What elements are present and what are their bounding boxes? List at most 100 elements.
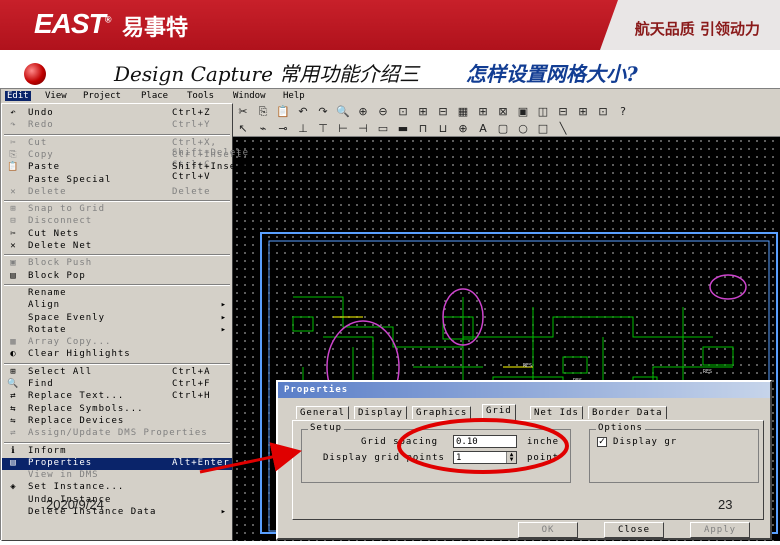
menu-view[interactable]: View [45, 91, 67, 101]
toolbar-button-1-10[interactable]: ⊟ [435, 105, 451, 119]
menu-item-label: Find [28, 379, 54, 389]
toolbar-button-2-7[interactable]: ▭ [375, 122, 391, 136]
menu-item-label: Set Instance... [28, 482, 125, 493]
apply-button[interactable]: Apply [690, 522, 750, 538]
toolbar-button-1-0[interactable]: ✂ [235, 105, 251, 119]
menu-place[interactable]: Place [141, 91, 168, 101]
menu-item-rotate[interactable]: Rotate ▸ [2, 325, 232, 337]
menu-item-delete[interactable]: ✕ Delete Delete [2, 187, 232, 199]
grid-spacing-input[interactable]: 0.10 [453, 435, 517, 448]
toolbar-button-2-14[interactable]: ○ [515, 122, 531, 136]
menu-item-block-push[interactable]: ▣ Block Push [2, 258, 232, 270]
menu-item-view-in-dms[interactable]: View in DMS [2, 470, 232, 482]
toolbar-button-2-15[interactable]: □ [535, 122, 551, 136]
toolbar-button-2-18[interactable] [595, 122, 611, 136]
menu-item-assign-update-dms-properties[interactable]: ⇌ Assign/Update DMS Properties [2, 428, 232, 440]
toolbar-button-1-7[interactable]: ⊖ [375, 105, 391, 119]
menu-item-inform[interactable]: ℹ Inform [2, 446, 232, 458]
toolbar-button-2-12[interactable]: A [475, 122, 491, 136]
toolbar-button-1-13[interactable]: ⊠ [495, 105, 511, 119]
toolbar-button-1-4[interactable]: ↷ [315, 105, 331, 119]
toolbar-button-2-6[interactable]: ⊣ [355, 122, 371, 136]
toolbar-button-1-19[interactable]: ? [615, 105, 631, 119]
toolbar-button-2-16[interactable]: ╲ [555, 122, 571, 136]
toolbar-button-1-3[interactable]: ↶ [295, 105, 311, 119]
toolbar-button-2-17[interactable] [575, 122, 591, 136]
menu-item-copy[interactable]: ⎘ Copy Ctrl+Insert, Ctrl+C [2, 150, 248, 170]
display-grid-input[interactable]: 1 ▲ ▼ [453, 451, 517, 464]
toolbar-button-1-11[interactable]: ▦ [455, 105, 471, 119]
toolbar-button-1-8[interactable]: ⊡ [395, 105, 411, 119]
menu-item-delete-instance-data[interactable]: Delete Instance Data ▸ [2, 507, 232, 519]
menu-item-replace-text[interactable]: ⇄ Replace Text... Ctrl+H [2, 391, 232, 403]
menu-item-replace-devices[interactable]: ⇋ Replace Devices [2, 416, 232, 428]
toolbar-button-2-19[interactable] [615, 122, 631, 136]
tab-general[interactable]: General [296, 406, 349, 419]
toolbar-button-2-9[interactable]: ⊓ [415, 122, 431, 136]
toolbar-button-2-5[interactable]: ⊢ [335, 122, 351, 136]
tab-grid[interactable]: Grid [482, 404, 516, 420]
menu-item-snap-to-grid[interactable]: ⊞ Snap to Grid [2, 204, 232, 216]
toolbar-button-1-2[interactable]: 📋 [275, 105, 291, 119]
menu-item-redo[interactable]: ↷ Redo Ctrl+Y [2, 120, 232, 132]
display-grid-checkbox[interactable]: ✓ [597, 437, 607, 447]
menu-window[interactable]: Window [233, 91, 266, 101]
toolbar-button-1-16[interactable]: ⊟ [555, 105, 571, 119]
toolbar-button-1-14[interactable]: ▣ [515, 105, 531, 119]
toolbar-button-1-9[interactable]: ⊞ [415, 105, 431, 119]
menu-item-paste-special[interactable]: Paste Special [2, 175, 232, 187]
east-logo: EAST® [34, 8, 111, 39]
menu-item-replace-symbols[interactable]: ⇆ Replace Symbols... [2, 404, 232, 416]
menu-item-set-instance[interactable]: ◈ Set Instance... [2, 482, 232, 494]
tab-net-ids[interactable]: Net Ids [530, 406, 583, 419]
menu-item-delete-net[interactable]: ✕ Delete Net [2, 241, 232, 253]
toolbar-button-2-8[interactable]: ▬ [395, 122, 411, 136]
menu-item-label: Paste [28, 162, 61, 173]
toolbar-button-2-13[interactable]: ▢ [495, 122, 511, 136]
menu-edit[interactable]: Edit [5, 91, 31, 101]
menu-item-find[interactable]: 🔍 Find Ctrl+F [2, 379, 232, 391]
toolbar-button-2-10[interactable]: ⊔ [435, 122, 451, 136]
tab-display[interactable]: Display [354, 406, 407, 419]
ok-button[interactable]: OK [518, 522, 578, 538]
menu-item-clear-highlights[interactable]: ◐ Clear Highlights [2, 349, 232, 361]
close-button[interactable]: Close [604, 522, 664, 538]
menu-help[interactable]: Help [283, 91, 305, 101]
spinner-icon[interactable]: ▲ ▼ [506, 452, 516, 463]
menu-item-icon [6, 325, 20, 336]
menu-item-align[interactable]: Align ▸ [2, 300, 232, 312]
properties-dialog: Properties General Display Graphics Grid… [276, 380, 772, 540]
menu-item-icon: ✂ [10, 228, 16, 239]
toolbar-button-1-5[interactable]: 🔍 [335, 105, 351, 119]
grid-spacing-unit: inche [527, 437, 560, 447]
toolbar-button-1-18[interactable]: ⊡ [595, 105, 611, 119]
menu-item-disconnect[interactable]: ⊟ Disconnect [2, 216, 232, 228]
toolbar-button-1-1[interactable]: ⎘ [255, 105, 271, 119]
menu-item-select-all[interactable]: ⊞ Select All Ctrl+A [2, 367, 232, 379]
menu-item-block-pop[interactable]: ▤ Block Pop [2, 271, 232, 283]
menu-item-cut-nets[interactable]: ✂ Cut Nets [2, 229, 232, 241]
toolbar-button-2-4[interactable]: ⊤ [315, 122, 331, 136]
menu-item-rename[interactable]: Rename [2, 288, 232, 300]
tab-graphics[interactable]: Graphics [412, 406, 472, 419]
menu-item-paste[interactable]: 📋 Paste Shift+Insert, Ctrl+V [2, 162, 254, 182]
toolbar-button-2-0[interactable]: ↖ [235, 122, 251, 136]
menu-item-cut[interactable]: ✂ Cut Ctrl+X, Shift+Delete [2, 138, 248, 158]
menu-item-space-evenly[interactable]: Space Evenly ▸ [2, 313, 232, 325]
menu-item-undo[interactable]: ↶ Undo Ctrl+Z [2, 108, 232, 120]
tab-border-data[interactable]: Border Data [588, 406, 667, 419]
toolbar-button-1-12[interactable]: ⊞ [475, 105, 491, 119]
menu-tools[interactable]: Tools [187, 91, 214, 101]
toolbar-button-2-3[interactable]: ⊥ [295, 122, 311, 136]
toolbar-button-2-2[interactable]: ⊸ [275, 122, 291, 136]
menu-project[interactable]: Project [83, 91, 121, 101]
toolbar-button-1-6[interactable]: ⊕ [355, 105, 371, 119]
toolbar-button-2-1[interactable]: ⌁ [255, 122, 271, 136]
menu-item-array-copy[interactable]: ▦ Array Copy... [2, 337, 232, 349]
toolbar-button-2-11[interactable]: ⊕ [455, 122, 471, 136]
toolbar-button-1-17[interactable]: ⊞ [575, 105, 591, 119]
toolbar-button-1-15[interactable]: ◫ [535, 105, 551, 119]
menu-item-icon: ◐ [10, 349, 16, 360]
menu-item-properties[interactable]: ▤ Properties Alt+Enter [2, 457, 232, 470]
menu-item-undo-instance[interactable]: Undo Instance [2, 495, 232, 507]
